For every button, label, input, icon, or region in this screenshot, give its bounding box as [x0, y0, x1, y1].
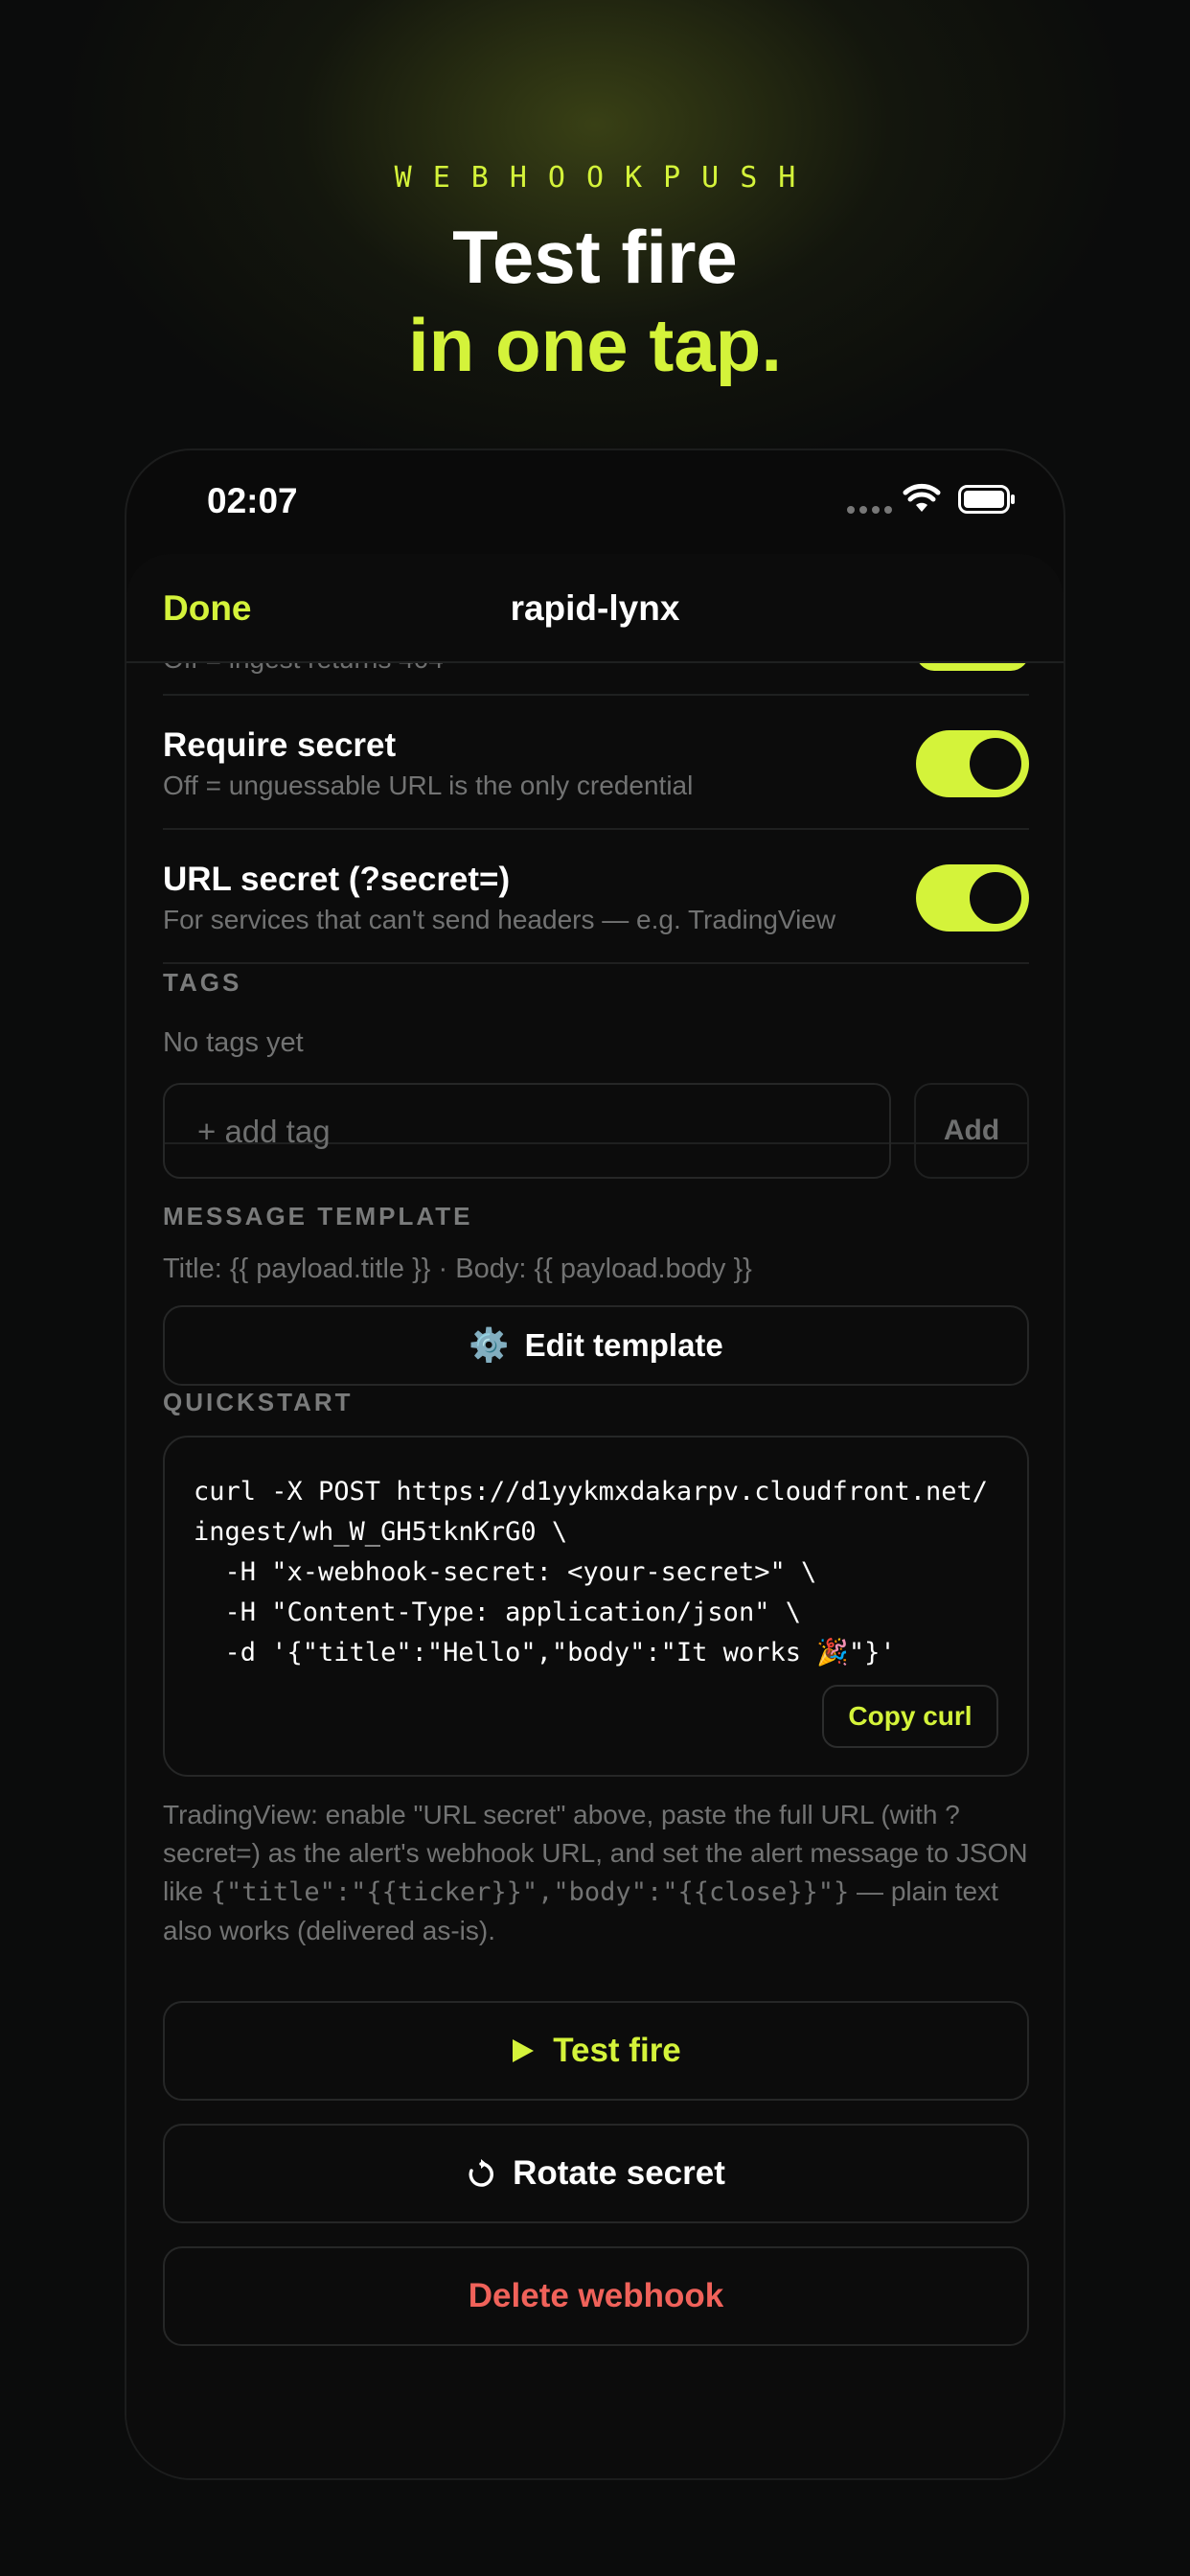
url-secret-toggle[interactable] [916, 864, 1029, 932]
tags-empty-text: No tags yet [163, 1027, 304, 1058]
phone-frame: 02:07 Done rapid-lynx Off = ingest retur… [125, 448, 1065, 2480]
divider [163, 828, 1029, 830]
play-icon [513, 2039, 535, 2062]
curl-code-block: curl -X POST https://d1yykmxdakarpv.clou… [163, 1436, 1029, 1777]
message-template-header: MESSAGE TEMPLATE [163, 1202, 473, 1230]
webhook-sheet: Done rapid-lynx Off = ingest returns 404… [126, 554, 1064, 2478]
gear-icon: ⚙️ [469, 1327, 510, 1364]
setting-title: URL secret (?secret=) [163, 861, 511, 898]
edit-template-label: Edit template [524, 1327, 723, 1363]
require-secret-toggle[interactable] [916, 730, 1029, 797]
clipped-setting-row: Off = ingest returns 404 [163, 661, 1029, 677]
battery-icon [958, 485, 1015, 514]
headline-line-2: in one tap. [408, 303, 782, 387]
test-fire-label: Test fire [553, 2032, 681, 2069]
template-preview: Title: {{ payload.title }} · Body: {{ pa… [163, 1254, 752, 1284]
delete-webhook-label: Delete webhook [468, 2277, 724, 2314]
toggle-knob [970, 872, 1021, 924]
status-bar: 02:07 [126, 450, 1064, 551]
status-time: 02:07 [207, 481, 298, 520]
toggle-knob [970, 738, 1021, 790]
note-code: {"title":"{{ticker}}","body":"{{close}}"… [210, 1877, 850, 1907]
brand-wordmark: WEBHOOKPUSH [394, 161, 817, 195]
add-tag-button[interactable]: Add [914, 1083, 1029, 1179]
marketing-headline: Test fire in one tap. [0, 213, 1190, 389]
clipped-setting-text: Off = ingest returns 404 [163, 661, 444, 675]
add-tag-input[interactable]: + add tag [163, 1083, 891, 1179]
add-tag-placeholder: + add tag [197, 1114, 331, 1149]
rotate-secret-button[interactable]: Rotate secret [163, 2124, 1029, 2223]
setting-subtitle: Off = unguessable URL is the only creden… [163, 770, 694, 800]
delete-webhook-button[interactable]: Delete webhook [163, 2246, 1029, 2346]
nav-bar: Done rapid-lynx [126, 554, 1064, 663]
rotate-icon [469, 2159, 494, 2187]
divider [163, 694, 1029, 696]
divider [163, 962, 1029, 964]
nav-title: rapid-lynx [510, 588, 680, 628]
copy-curl-button[interactable]: Copy curl [822, 1685, 998, 1748]
setting-subtitle: For services that can't send headers — e… [163, 905, 836, 934]
signal-dots-icon [847, 506, 892, 514]
curl-code: curl -X POST https://d1yykmxdakarpv.clou… [194, 1477, 989, 1668]
tags-header: TAGS [163, 968, 242, 997]
test-fire-button[interactable]: Test fire [163, 2001, 1029, 2101]
headline-line-1: Test fire [452, 215, 738, 299]
setting-title: Require secret [163, 726, 397, 764]
tradingview-note: TradingView: enable "URL secret" above, … [163, 1796, 1029, 1950]
wifi-icon [903, 483, 941, 512]
edit-template-button[interactable]: ⚙️ Edit template [163, 1305, 1029, 1386]
quickstart-header: QUICKSTART [163, 1388, 354, 1416]
rotate-secret-label: Rotate secret [513, 2154, 725, 2192]
